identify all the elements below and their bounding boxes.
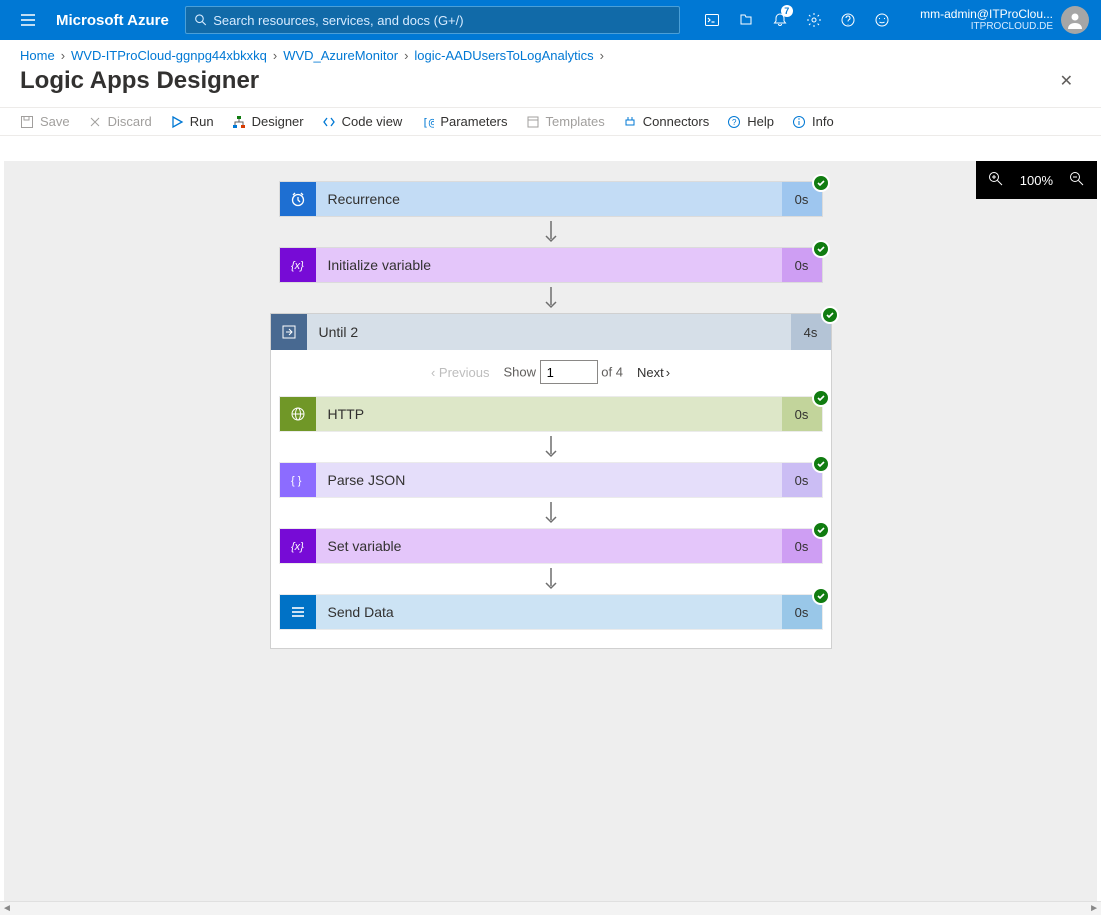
node-label: Set variable: [316, 529, 782, 563]
recurrence-node[interactable]: Recurrence 0s: [279, 181, 823, 217]
toolbar: Save Discard Run Designer Code view [@]P…: [0, 107, 1101, 136]
arrow-down-icon: [543, 564, 559, 594]
previous-button[interactable]: ‹ Previous: [431, 365, 490, 380]
cloud-shell-icon[interactable]: [696, 0, 728, 40]
menu-icon[interactable]: [8, 12, 48, 28]
horizontal-scrollbar[interactable]: ◄ ►: [0, 901, 1101, 915]
variable-icon: {x}: [280, 529, 316, 563]
user-name: mm-admin@ITProClou...: [920, 7, 1053, 21]
notifications-icon[interactable]: 7: [764, 0, 796, 40]
scroll-right-icon[interactable]: ►: [1089, 903, 1099, 914]
workflow: Recurrence 0s {x} Initialize variable 0s…: [4, 161, 1097, 649]
check-icon: [812, 521, 830, 539]
node-label: Until 2: [307, 314, 791, 350]
search-icon: [194, 13, 207, 27]
breadcrumb-item[interactable]: WVD_AzureMonitor: [283, 48, 398, 63]
until-body: HTTP 0s { } Parse JSON 0s {x} Set variab…: [271, 396, 831, 648]
arrow-down-icon: [543, 283, 559, 313]
top-header: Microsoft Azure 7 mm-admin@ITProClou... …: [0, 0, 1101, 40]
avatar[interactable]: [1061, 6, 1089, 34]
node-label: Recurrence: [316, 182, 782, 216]
close-icon[interactable]: ✕: [1052, 67, 1081, 95]
svg-text:?: ?: [732, 118, 737, 127]
globe-icon: [280, 397, 316, 431]
page-total: of 4: [601, 365, 623, 380]
designer-canvas[interactable]: 100% Recurrence 0s {x} Initialize variab…: [4, 161, 1097, 901]
settings-icon[interactable]: [798, 0, 830, 40]
variable-icon: {x}: [280, 248, 316, 282]
braces-icon: { }: [280, 463, 316, 497]
arrow-down-icon: [543, 432, 559, 462]
next-button[interactable]: Next ›: [637, 365, 670, 380]
info-button[interactable]: Info: [792, 114, 834, 129]
breadcrumb: Home › WVD-ITProCloud-ggnpg44xbkxkq › WVD_…: [0, 40, 1101, 67]
search-input[interactable]: [213, 13, 671, 28]
zoom-level: 100%: [1020, 173, 1053, 188]
breadcrumb-item[interactable]: logic-AADUsersToLogAnalytics: [414, 48, 593, 63]
until-node[interactable]: Until 2 4s: [271, 314, 831, 350]
zoom-controls: 100%: [976, 161, 1097, 199]
until-container: Until 2 4s ‹ Previous Show of 4 Next › H…: [270, 313, 832, 649]
connectors-button[interactable]: Connectors: [623, 114, 709, 129]
node-label: Send Data: [316, 595, 782, 629]
chevron-right-icon: ›: [273, 48, 277, 63]
scroll-left-icon[interactable]: ◄: [2, 903, 12, 914]
zoom-out-icon[interactable]: [1069, 171, 1085, 190]
loop-icon: [271, 314, 307, 350]
discard-button[interactable]: Discard: [88, 114, 152, 129]
page-title: Logic Apps Designer: [20, 67, 259, 95]
notification-badge: 7: [781, 5, 793, 17]
code-view-button[interactable]: Code view: [322, 114, 403, 129]
title-row: Logic Apps Designer ✕: [0, 67, 1101, 107]
feedback-icon[interactable]: [866, 0, 898, 40]
chevron-right-icon: ›: [61, 48, 65, 63]
user-area[interactable]: mm-admin@ITProClou... ITPROCLOUD.DE: [920, 6, 1093, 34]
breadcrumb-item[interactable]: WVD-ITProCloud-ggnpg44xbkxkq: [71, 48, 267, 63]
check-icon: [812, 174, 830, 192]
arrow-down-icon: [543, 498, 559, 528]
help-icon[interactable]: [832, 0, 864, 40]
svg-text:{x}: {x}: [291, 541, 304, 553]
user-domain: ITPROCLOUD.DE: [920, 21, 1053, 33]
brand-label[interactable]: Microsoft Azure: [56, 12, 169, 29]
parse-json-node[interactable]: { } Parse JSON 0s: [279, 462, 823, 498]
parameters-button[interactable]: [@]Parameters: [420, 114, 507, 129]
arrow-down-icon: [543, 217, 559, 247]
check-icon: [812, 587, 830, 605]
check-icon: [812, 240, 830, 258]
initialize-variable-node[interactable]: {x} Initialize variable 0s: [279, 247, 823, 283]
svg-text:[@]: [@]: [422, 116, 434, 129]
templates-button[interactable]: Templates: [526, 114, 605, 129]
check-icon: [812, 455, 830, 473]
check-icon: [812, 389, 830, 407]
node-label: Initialize variable: [316, 248, 782, 282]
check-icon: [821, 306, 839, 324]
node-label: Parse JSON: [316, 463, 782, 497]
set-variable-node[interactable]: {x} Set variable 0s: [279, 528, 823, 564]
list-icon: [280, 595, 316, 629]
send-data-node[interactable]: Send Data 0s: [279, 594, 823, 630]
global-search[interactable]: [185, 6, 680, 34]
breadcrumb-home[interactable]: Home: [20, 48, 55, 63]
run-button[interactable]: Run: [170, 114, 214, 129]
svg-text:{ }: { }: [291, 475, 302, 487]
chevron-right-icon: ›: [404, 48, 408, 63]
node-label: HTTP: [316, 397, 782, 431]
directories-icon[interactable]: [730, 0, 762, 40]
header-actions: 7: [696, 0, 898, 40]
show-label: Show: [503, 365, 536, 380]
save-button[interactable]: Save: [20, 114, 70, 129]
designer-button[interactable]: Designer: [232, 114, 304, 129]
clock-icon: [280, 182, 316, 216]
help-button[interactable]: ?Help: [727, 114, 774, 129]
chevron-right-icon: ›: [600, 48, 604, 63]
zoom-in-icon[interactable]: [988, 171, 1004, 190]
until-pager: ‹ Previous Show of 4 Next ›: [271, 350, 831, 396]
svg-text:{x}: {x}: [291, 260, 304, 272]
http-node[interactable]: HTTP 0s: [279, 396, 823, 432]
page-input[interactable]: [540, 360, 598, 384]
